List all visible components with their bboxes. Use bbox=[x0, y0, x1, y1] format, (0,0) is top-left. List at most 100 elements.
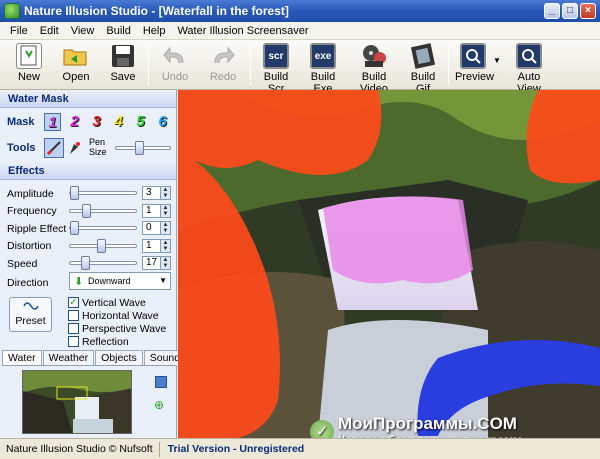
image-canvas[interactable] bbox=[178, 90, 600, 438]
pen-size-icon bbox=[68, 140, 82, 159]
menu-help[interactable]: Help bbox=[137, 25, 172, 37]
menu-edit[interactable]: Edit bbox=[34, 25, 65, 37]
preview-dropdown-arrow[interactable]: ▼ bbox=[493, 56, 501, 65]
open-button[interactable]: Open bbox=[59, 43, 93, 83]
checkbox-box[interactable]: ✓ bbox=[68, 297, 79, 308]
pen-size-slider[interactable] bbox=[115, 141, 171, 155]
speed-slider-thumb[interactable] bbox=[81, 256, 90, 270]
spinner-arrows-icon[interactable]: ▲ ▼ bbox=[160, 203, 171, 218]
amplitude-spinner[interactable]: 3 ▲ ▼ bbox=[142, 186, 171, 200]
tab-weather[interactable]: Weather bbox=[42, 350, 95, 365]
undo-label: Undo bbox=[161, 71, 189, 83]
film-strip-icon bbox=[410, 43, 436, 69]
pen-tool-button[interactable] bbox=[44, 138, 64, 158]
amplitude-row: Amplitude 3 ▲ ▼ bbox=[0, 185, 177, 202]
menu-build[interactable]: Build bbox=[100, 25, 136, 37]
redo-button[interactable]: Redo bbox=[206, 43, 240, 83]
checkbox-box[interactable] bbox=[68, 323, 79, 334]
mask-label: Mask bbox=[7, 116, 35, 128]
speed-row: Speed 17 ▲ ▼ bbox=[0, 255, 177, 272]
undo-icon bbox=[162, 43, 188, 69]
add-image-icon[interactable]: ⊕ bbox=[154, 398, 164, 412]
build-exe-button[interactable]: exe Build Exe bbox=[302, 43, 344, 95]
vertical-wave-checkbox[interactable]: ✓ Vertical Wave bbox=[68, 296, 146, 309]
mask-2-button[interactable]: 2 bbox=[66, 113, 83, 131]
window-title: Nature Illusion Studio - [Waterfall in t… bbox=[24, 4, 289, 18]
distortion-value[interactable]: 1 bbox=[146, 240, 152, 251]
mask-6-button[interactable]: 6 bbox=[154, 113, 171, 131]
horizontal-wave-checkbox[interactable]: Horizontal Wave bbox=[68, 309, 159, 322]
new-label: New bbox=[17, 71, 40, 83]
frequency-value[interactable]: 1 bbox=[146, 205, 152, 216]
menu-file[interactable]: File bbox=[4, 25, 34, 37]
distortion-slider-thumb[interactable] bbox=[97, 238, 106, 253]
ripple-effect-label: Ripple Effect bbox=[7, 222, 67, 235]
speed-slider[interactable] bbox=[69, 256, 137, 270]
perspective-wave-checkbox[interactable]: Perspective Wave bbox=[68, 322, 166, 335]
tools-label: Tools bbox=[7, 142, 36, 154]
preset-label: Preset bbox=[15, 315, 46, 327]
layer-icon[interactable] bbox=[155, 376, 167, 388]
frequency-label: Frequency bbox=[7, 205, 57, 217]
menu-bar: File Edit View Build Help Water Illusion… bbox=[0, 22, 600, 40]
speed-value[interactable]: 17 bbox=[146, 257, 157, 268]
frequency-slider-thumb[interactable] bbox=[82, 203, 91, 218]
close-button[interactable]: × bbox=[580, 3, 596, 19]
pen-size-slider-thumb[interactable] bbox=[135, 141, 144, 155]
open-folder-icon bbox=[63, 43, 89, 69]
spinner-arrows-icon[interactable]: ▲ ▼ bbox=[160, 186, 171, 200]
ripple-effect-row: Ripple Effect 0 ▲ ▼ bbox=[0, 220, 177, 237]
waterfall-scene[interactable] bbox=[178, 90, 600, 438]
save-label: Save bbox=[110, 71, 136, 83]
frequency-spinner[interactable]: 1 ▲ ▼ bbox=[142, 203, 171, 218]
amplitude-slider-thumb[interactable] bbox=[70, 186, 79, 200]
distortion-slider[interactable] bbox=[69, 238, 137, 253]
mask-3-button[interactable]: 3 bbox=[88, 113, 105, 131]
build-scr-button[interactable]: scr Build Scr bbox=[256, 43, 296, 95]
mask-1-button[interactable]: 1 bbox=[44, 113, 61, 131]
magnifier-monitor-icon bbox=[516, 43, 542, 69]
ripple-effect-spinner[interactable]: 0 ▲ ▼ bbox=[142, 221, 171, 235]
toolbar: New Open Save Undo Redo scr Build Scr ex… bbox=[0, 40, 600, 95]
spinner-arrows-icon[interactable]: ▲ ▼ bbox=[160, 238, 171, 253]
auto-view-button[interactable]: Auto View bbox=[506, 43, 552, 95]
pen-size-label: Pen Size bbox=[89, 137, 107, 157]
status-trial: Trial Version - Unregistered bbox=[167, 443, 305, 455]
mask-4-button[interactable]: 4 bbox=[110, 113, 127, 131]
distortion-spinner[interactable]: 1 ▲ ▼ bbox=[142, 238, 171, 253]
menu-water-illusion-screensaver[interactable]: Water Illusion Screensaver bbox=[171, 25, 314, 37]
frequency-row: Frequency 1 ▲ ▼ bbox=[0, 203, 177, 220]
maximize-button[interactable]: □ bbox=[562, 3, 578, 19]
reflection-checkbox[interactable]: Reflection bbox=[68, 335, 129, 348]
chevron-down-icon[interactable]: ▼ bbox=[159, 273, 167, 289]
save-button[interactable]: Save bbox=[106, 43, 140, 83]
mask-5-button[interactable]: 5 bbox=[132, 113, 149, 131]
ripple-effect-slider[interactable] bbox=[69, 221, 137, 235]
amplitude-slider[interactable] bbox=[69, 186, 137, 200]
ripple-effect-slider-thumb[interactable] bbox=[70, 221, 79, 235]
tab-water[interactable]: Water bbox=[2, 350, 42, 365]
build-gif-button[interactable]: Build Gif bbox=[404, 43, 442, 95]
direction-select[interactable]: ⬇ Downward ▼ bbox=[69, 272, 171, 290]
direction-label: Direction bbox=[7, 277, 49, 289]
frequency-slider[interactable] bbox=[69, 203, 137, 218]
effects-header: Effects bbox=[0, 164, 176, 180]
spinner-arrows-icon[interactable]: ▲ ▼ bbox=[160, 256, 171, 270]
spinner-arrows-icon[interactable]: ▲ ▼ bbox=[160, 221, 171, 235]
build-video-button[interactable]: Build Video bbox=[350, 43, 398, 95]
tab-objects[interactable]: Objects bbox=[95, 350, 143, 365]
ripple-effect-value[interactable]: 0 bbox=[146, 222, 152, 233]
thumbnail-preview[interactable] bbox=[22, 370, 132, 434]
menu-view[interactable]: View bbox=[65, 25, 101, 37]
screensaver-icon: scr bbox=[263, 43, 289, 69]
preset-button[interactable]: Preset bbox=[9, 297, 52, 332]
toolbar-separator bbox=[250, 45, 251, 85]
new-button[interactable]: New bbox=[12, 43, 46, 83]
speed-spinner[interactable]: 17 ▲ ▼ bbox=[142, 256, 171, 270]
checkbox-box[interactable] bbox=[68, 336, 79, 347]
undo-button[interactable]: Undo bbox=[158, 43, 192, 83]
minimize-button[interactable]: _ bbox=[544, 3, 560, 19]
amplitude-value[interactable]: 3 bbox=[146, 187, 152, 198]
preview-button[interactable]: Preview bbox=[455, 43, 494, 83]
checkbox-box[interactable] bbox=[68, 310, 79, 321]
